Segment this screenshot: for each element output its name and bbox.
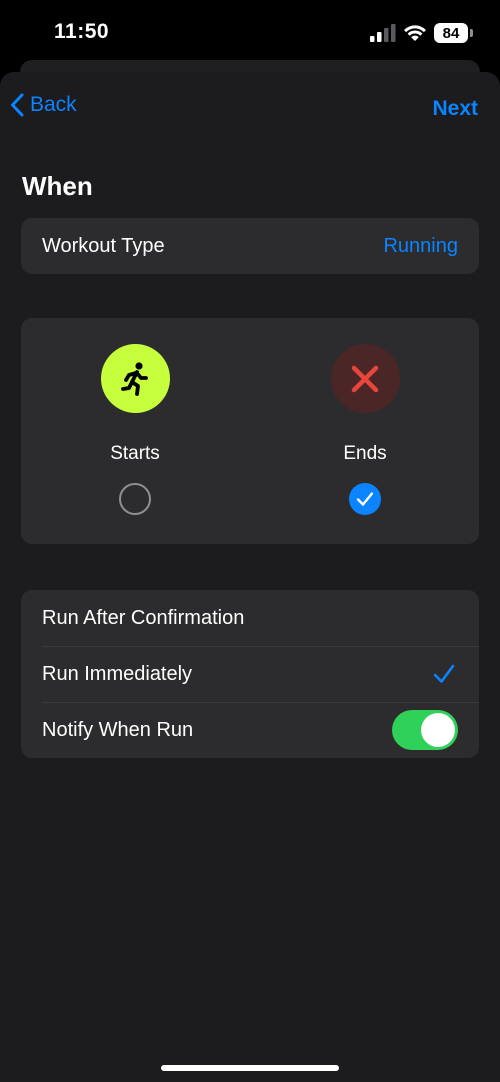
notify-when-run-row: Notify When Run <box>21 702 479 758</box>
status-time: 11:50 <box>54 20 110 43</box>
ends-label: Ends <box>343 443 387 464</box>
status-indicators: 84 <box>370 22 473 44</box>
workout-type-row[interactable]: Workout Type Running <box>21 218 479 274</box>
automation-sheet: Back Next When Workout Type Running Star… <box>0 72 500 1082</box>
back-button[interactable]: Back <box>10 93 77 117</box>
workout-type-card: Workout Type Running <box>21 218 479 274</box>
battery-tip <box>470 29 473 37</box>
status-bar: 11:50 84 <box>0 0 500 66</box>
wifi-icon <box>404 25 426 41</box>
checkmark-icon <box>356 492 374 506</box>
run-after-confirmation-row[interactable]: Run After Confirmation <box>21 590 479 646</box>
options-card: Run After Confirmation Run Immediately N… <box>21 590 479 758</box>
chevron-left-icon <box>11 93 24 117</box>
run-after-confirmation-label: Run After Confirmation <box>42 606 245 629</box>
back-label: Back <box>30 93 77 116</box>
battery-level: 84 <box>442 24 460 42</box>
run-immediately-label: Run Immediately <box>42 662 193 685</box>
checkmark-icon <box>433 664 455 683</box>
x-mark-icon <box>330 344 400 413</box>
section-title: When <box>22 171 93 201</box>
ends-radio[interactable] <box>349 483 381 515</box>
cellular-signal-icon <box>370 24 396 42</box>
workout-type-value: Running <box>383 234 458 257</box>
home-indicator[interactable] <box>161 1065 339 1071</box>
notify-when-run-toggle[interactable] <box>392 710 458 750</box>
starts-label: Starts <box>110 443 160 464</box>
notify-when-run-label: Notify When Run <box>42 718 194 741</box>
running-figure-icon <box>100 344 170 413</box>
starts-radio[interactable] <box>119 483 151 515</box>
toggle-knob <box>421 713 455 747</box>
ends-option[interactable]: Ends <box>295 344 435 515</box>
battery-icon: 84 <box>434 23 473 43</box>
starts-option[interactable]: Starts <box>65 344 205 515</box>
next-button[interactable]: Next <box>432 97 478 121</box>
trigger-card: Starts Ends <box>21 318 479 544</box>
workout-type-label: Workout Type <box>42 234 165 257</box>
run-immediately-row[interactable]: Run Immediately <box>21 646 479 702</box>
